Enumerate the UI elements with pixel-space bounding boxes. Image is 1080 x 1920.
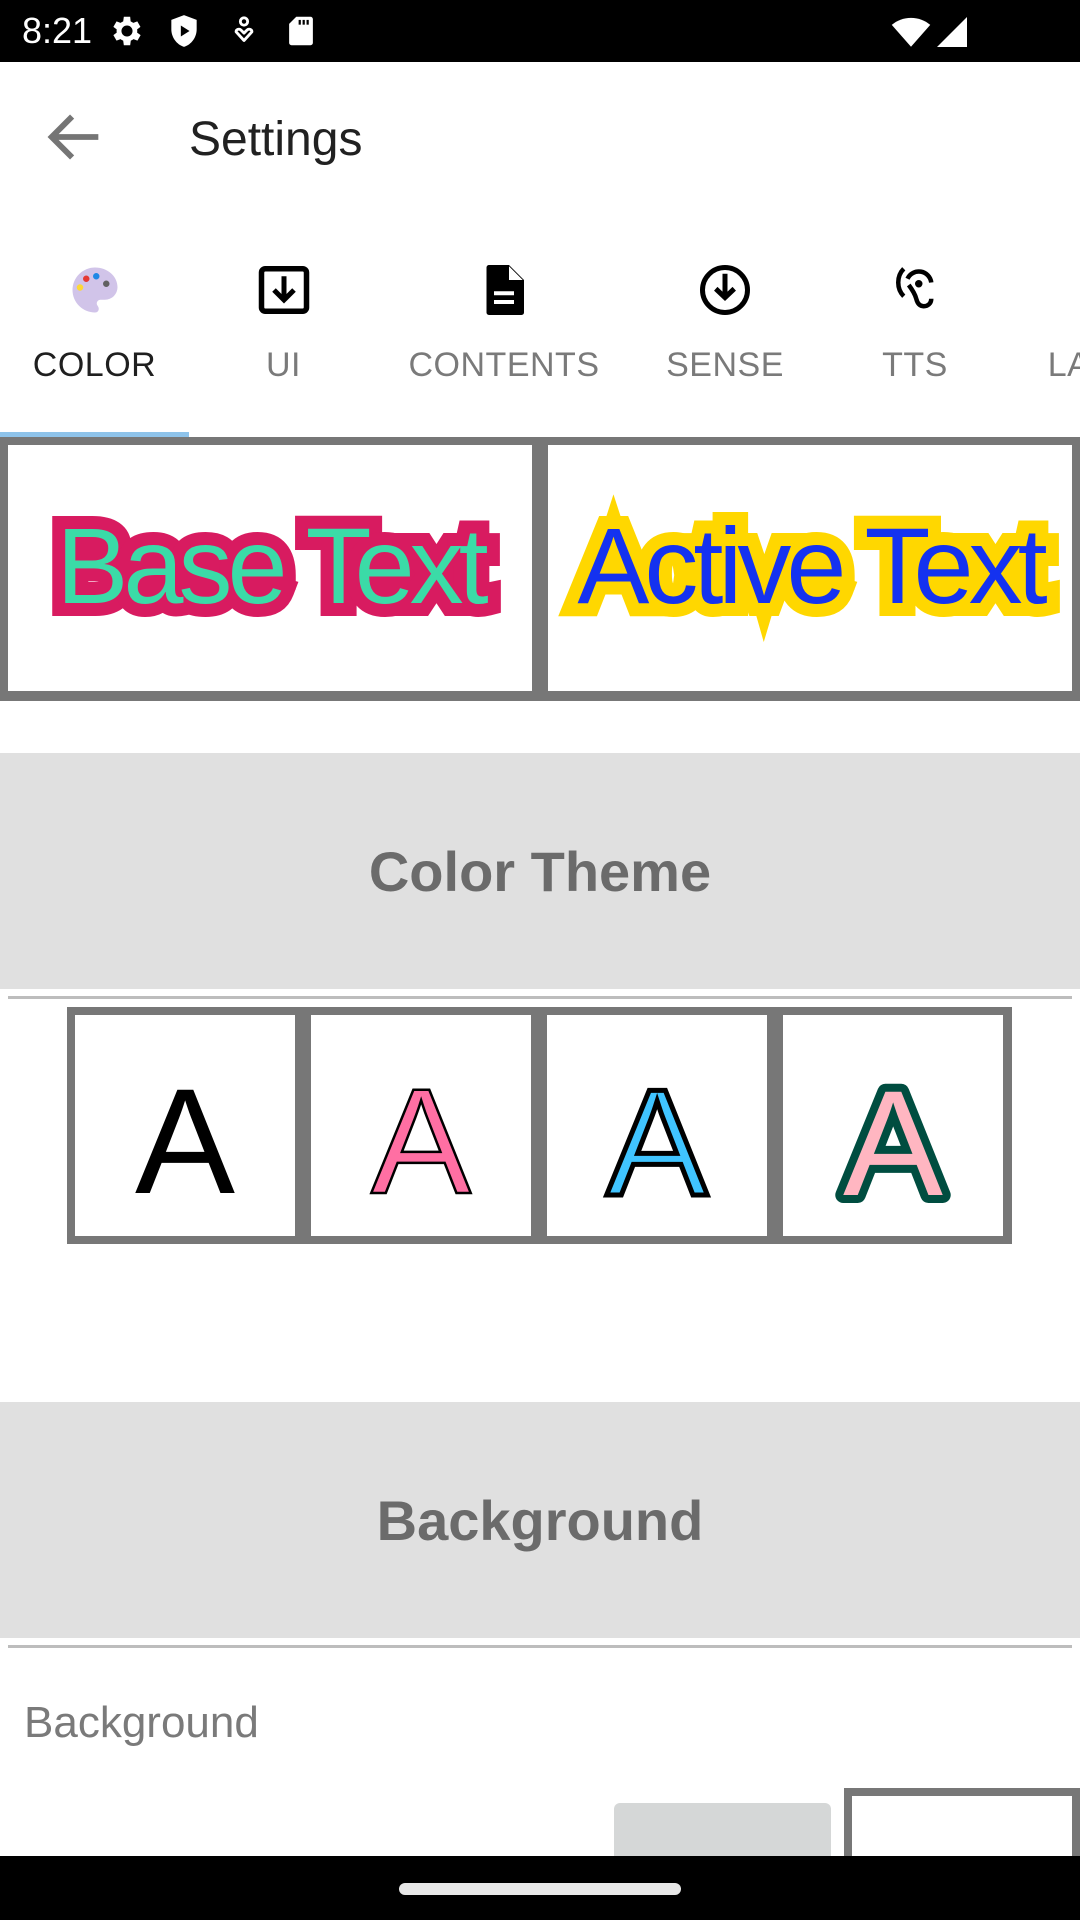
theme-glyph: A: [606, 1058, 708, 1228]
tab-la[interactable]: LA: [1010, 212, 1080, 435]
tab-label: SENSE: [666, 346, 784, 384]
background-header: Background: [0, 1402, 1080, 1638]
page-title: Settings: [189, 113, 363, 166]
sd-card-icon: [282, 12, 320, 50]
status-bar: 8:21: [0, 0, 1080, 62]
download-box-icon: [254, 260, 314, 320]
active-text: Active Text: [577, 505, 1047, 626]
tab-color[interactable]: COLOR: [0, 212, 189, 435]
app-bar: Settings: [0, 62, 1080, 212]
divider: [8, 1645, 1072, 1648]
tab-label: COLOR: [32, 346, 157, 384]
section-title: Background: [376, 1488, 704, 1552]
arrow-circle-down-icon: [695, 260, 755, 320]
tab-label: LA: [1047, 346, 1080, 384]
theme-option-black[interactable]: A: [75, 1015, 295, 1236]
hearing-icon: [885, 260, 945, 320]
home-handle[interactable]: [399, 1883, 681, 1895]
shield-play-icon: [165, 12, 203, 50]
theme-option-pink[interactable]: A: [311, 1015, 531, 1236]
section-title: Color Theme: [368, 839, 712, 903]
background-swatch-gray[interactable]: [614, 1803, 831, 1863]
color-theme-header: Color Theme: [0, 753, 1080, 989]
tab-label: UI: [266, 346, 301, 384]
divider: [8, 996, 1072, 999]
navigation-bar: [0, 1856, 1080, 1920]
tab-tts[interactable]: TTS: [820, 212, 1010, 435]
cell-signal-icon: [934, 14, 970, 50]
text-preview: Base Text Base Text Active Text Active T…: [0, 437, 1080, 701]
palette-icon: [65, 260, 125, 320]
gear-icon: [108, 12, 146, 50]
status-time: 8:21: [22, 10, 93, 51]
theme-option-pink-green[interactable]: A A: [783, 1015, 1003, 1236]
base-text: Base Text: [56, 505, 488, 626]
background-label: Background: [24, 1698, 259, 1747]
color-theme-options: A A A A A: [67, 1007, 1012, 1244]
tab-contents[interactable]: CONTENTS: [378, 212, 630, 435]
tab-sense[interactable]: SENSE: [630, 212, 820, 435]
tab-ui[interactable]: UI: [189, 212, 378, 435]
tab-label: CONTENTS: [408, 346, 600, 384]
wifi-icon: [888, 10, 934, 52]
active-text-preview[interactable]: Active Text Active Text: [548, 445, 1072, 691]
tab-bar: COLOR UI CONTENTS SENSE TTS LA: [0, 212, 1080, 435]
arrow-back-icon: [40, 114, 110, 176]
base-text-preview[interactable]: Base Text Base Text: [8, 445, 532, 691]
document-icon: [474, 260, 534, 320]
theme-glyph: A: [843, 1059, 943, 1227]
accessibility-heart-icon: [225, 12, 263, 50]
theme-option-blue[interactable]: A: [547, 1015, 767, 1236]
theme-glyph: A: [135, 1057, 235, 1225]
back-button[interactable]: [40, 102, 110, 172]
theme-glyph: A: [371, 1057, 471, 1225]
